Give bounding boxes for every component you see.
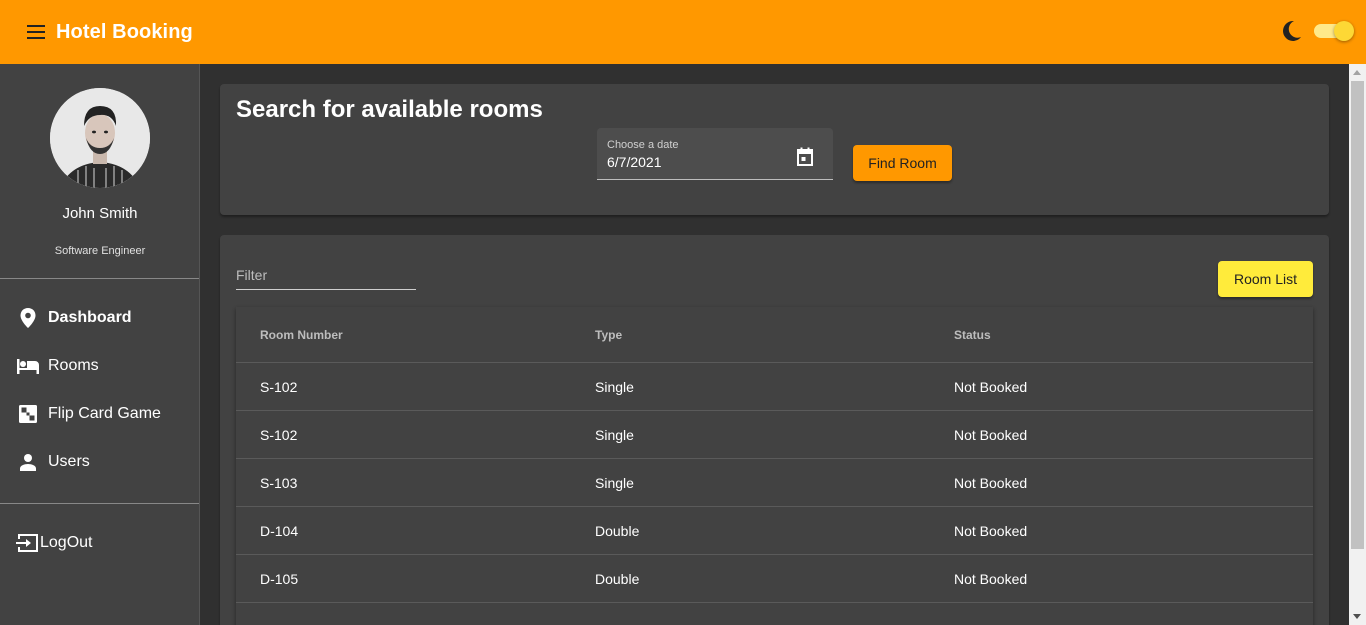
profile-name: John Smith: [62, 205, 138, 222]
table-row[interactable]: D-104 Double Not Booked: [236, 507, 1313, 555]
table-header-row: Room Number Type Status: [236, 307, 1313, 363]
column-header-type[interactable]: Type: [595, 307, 622, 362]
avatar: [50, 88, 150, 188]
game-board-icon: [16, 402, 40, 426]
room-status-cell: Not Booked: [954, 474, 1028, 491]
room-number-cell: S-102: [260, 426, 298, 443]
location-pin-icon: [16, 306, 40, 330]
scroll-down-arrow-icon[interactable]: [1353, 614, 1361, 619]
room-number-cell: S-102: [260, 378, 298, 395]
app-title: Hotel Booking: [56, 20, 193, 43]
page-title: Search for available rooms: [236, 96, 543, 123]
sidebar-item-users[interactable]: Users: [0, 438, 199, 486]
column-header-status[interactable]: Status: [954, 307, 991, 362]
search-card: Search for available rooms Choose a date…: [220, 84, 1329, 215]
room-number-cell: S-103: [260, 474, 298, 491]
sidebar-item-dashboard[interactable]: Dashboard: [0, 294, 199, 342]
find-room-button[interactable]: Find Room: [853, 145, 952, 181]
logout-button[interactable]: LogOut: [0, 519, 199, 567]
column-header-room-number[interactable]: Room Number: [260, 307, 343, 362]
room-type-cell: Double: [595, 522, 640, 539]
sidebar: John Smith Software Engineer Dashboard R…: [0, 64, 200, 625]
scrollbar-thumb[interactable]: [1351, 81, 1364, 549]
room-status-cell: Not Booked: [954, 378, 1028, 395]
theme-switcher: [1282, 20, 1354, 42]
profile-role: Software Engineer: [54, 245, 146, 257]
scroll-up-arrow-icon[interactable]: [1353, 70, 1361, 75]
person-icon: [16, 450, 40, 474]
room-status-cell: Not Booked: [954, 522, 1028, 539]
calendar-icon[interactable]: [795, 147, 815, 167]
date-field-label: Choose a date: [607, 139, 679, 151]
table-row[interactable]: D-105 Double Not Booked: [236, 555, 1313, 603]
table-row[interactable]: S-102 Single Not Booked: [236, 411, 1313, 459]
room-status-cell: Not Booked: [954, 570, 1028, 587]
filter-field[interactable]: [236, 259, 416, 290]
table-row[interactable]: S-102 Single Not Booked: [236, 363, 1313, 411]
filter-input[interactable]: [236, 267, 416, 283]
menu-icon[interactable]: [24, 20, 48, 44]
sidebar-item-label: Users: [48, 453, 90, 470]
avatar-image: [50, 88, 150, 188]
bed-icon: [16, 354, 40, 378]
sidebar-item-flip-card-game[interactable]: Flip Card Game: [0, 390, 199, 438]
moon-icon: [1283, 20, 1301, 41]
rooms-table: Room Number Type Status S-102 Single Not…: [236, 307, 1313, 625]
divider: [0, 503, 199, 504]
sidebar-item-label: Rooms: [48, 357, 99, 374]
room-number-cell: D-104: [260, 522, 299, 539]
date-picker-field[interactable]: Choose a date: [597, 128, 833, 180]
table-row[interactable]: S-103 Single Not Booked: [236, 459, 1313, 507]
room-type-cell: Single: [595, 378, 634, 395]
date-input[interactable]: [607, 154, 777, 170]
sidebar-item-rooms[interactable]: Rooms: [0, 342, 199, 390]
page-scrollbar[interactable]: [1349, 64, 1366, 625]
room-status-cell: Not Booked: [954, 426, 1028, 443]
room-number-cell: D-105: [260, 570, 299, 587]
top-app-bar: Hotel Booking: [0, 0, 1366, 64]
room-type-cell: Single: [595, 426, 634, 443]
room-type-cell: Double: [595, 570, 640, 587]
sidebar-item-label: Flip Card Game: [48, 405, 161, 422]
dark-mode-toggle[interactable]: [1314, 21, 1354, 41]
logout-icon: [16, 531, 40, 555]
divider: [0, 278, 199, 279]
table-row: [236, 603, 1313, 625]
sidebar-item-label: Dashboard: [48, 309, 132, 326]
room-type-cell: Single: [595, 474, 634, 491]
room-list-button[interactable]: Room List: [1218, 261, 1313, 297]
rooms-card: Room List Room Number Type Status S-102 …: [220, 235, 1329, 625]
logout-label: LogOut: [40, 534, 93, 551]
